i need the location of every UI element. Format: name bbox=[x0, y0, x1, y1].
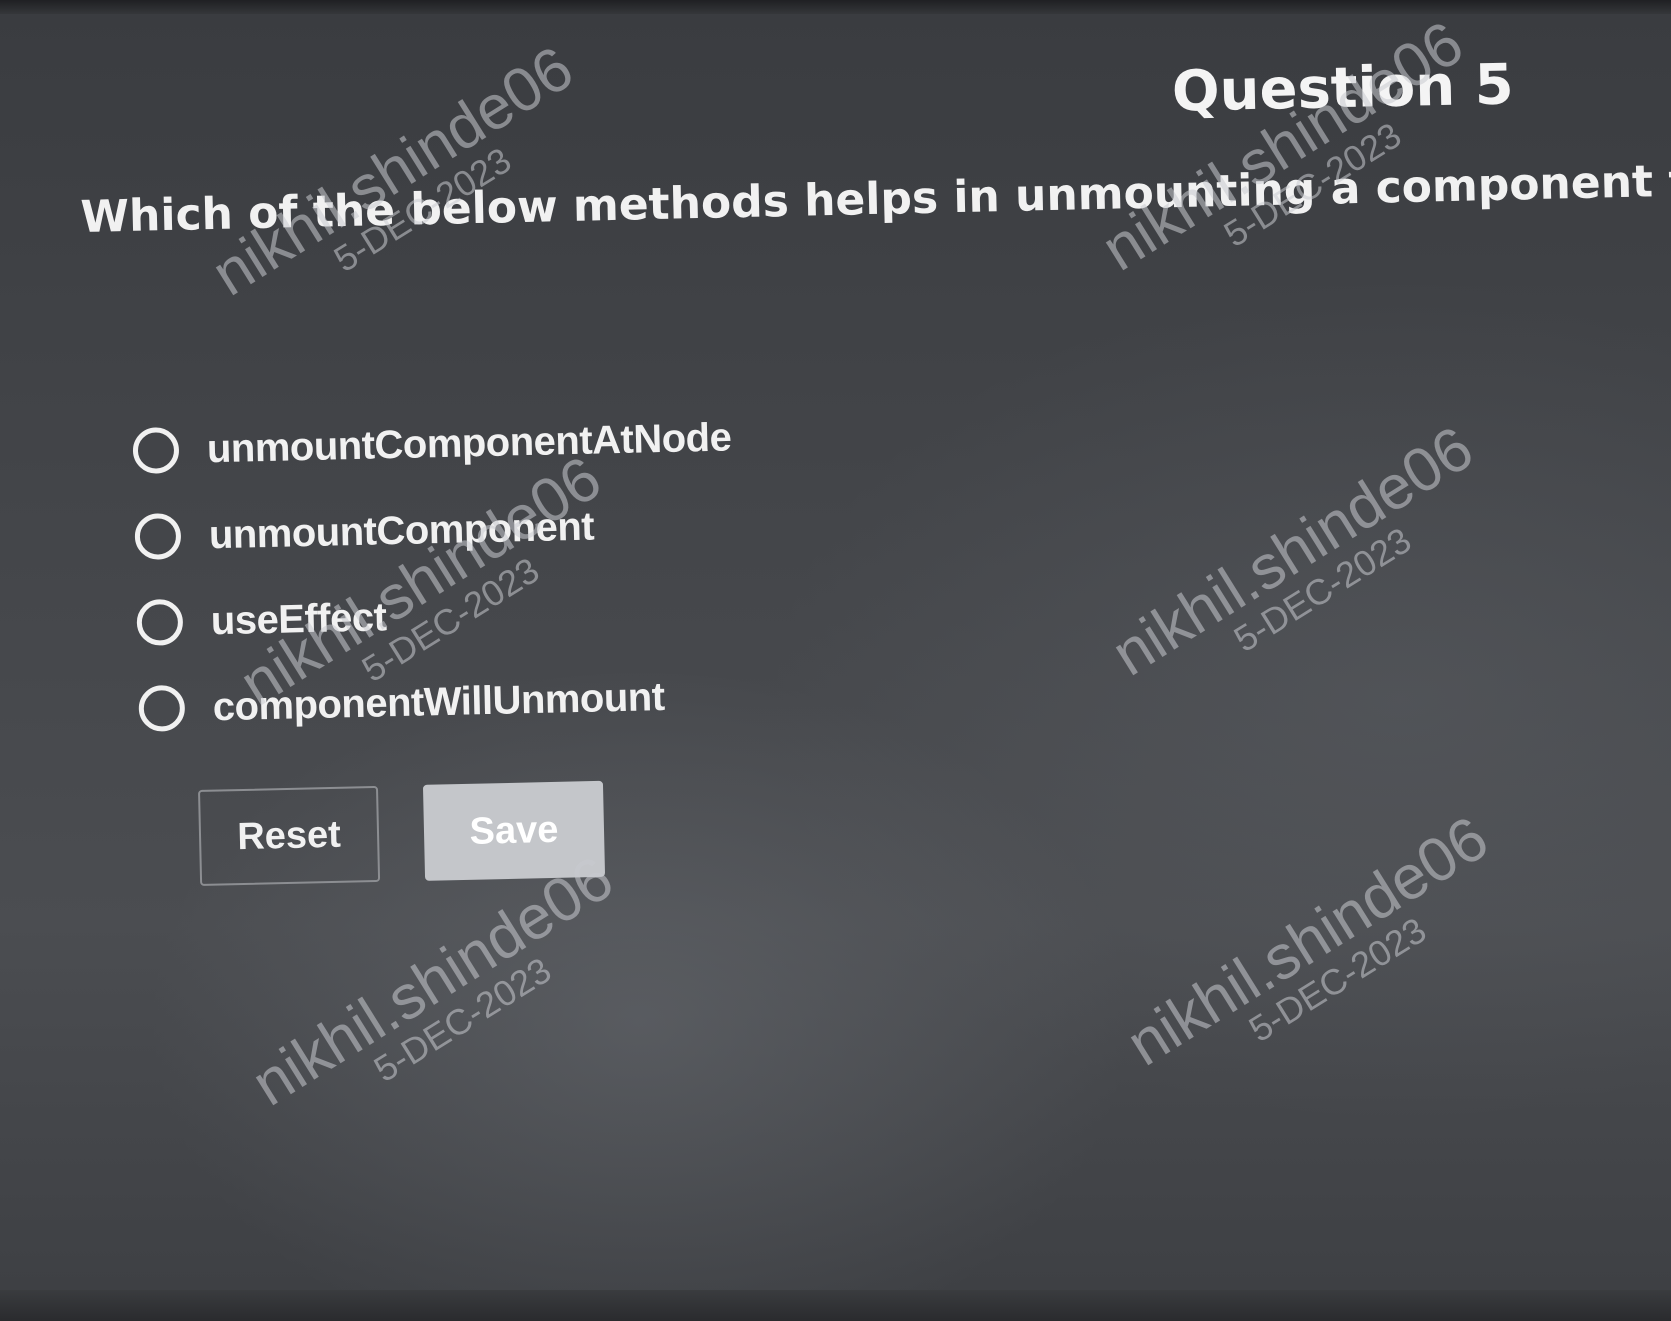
watermark-date: 5-DEC-2023 bbox=[1226, 519, 1419, 660]
option-useeffect[interactable]: useEffect bbox=[136, 566, 736, 666]
monitor-bezel-bottom bbox=[0, 1290, 1671, 1321]
watermark-name: nikhil.shinde06 bbox=[1090, 8, 1475, 285]
monitor-bezel-top bbox=[0, 0, 1671, 14]
option-unmountcomponentatnode[interactable]: unmountComponentAtNode bbox=[132, 394, 732, 494]
quiz-screen: Question 5 Which of the below methods he… bbox=[0, 0, 1671, 1321]
radio-button[interactable] bbox=[136, 598, 184, 646]
question-heading: Question 5 bbox=[1171, 52, 1515, 125]
radio-button[interactable] bbox=[132, 426, 180, 474]
radio-button[interactable] bbox=[134, 512, 182, 560]
question-text: Which of the below methods helps in unmo… bbox=[80, 148, 1671, 243]
reset-button[interactable]: Reset bbox=[198, 785, 381, 886]
option-label: unmountComponentAtNode bbox=[206, 414, 732, 471]
watermark: nikhil.shinde06 5-DEC-2023 bbox=[1100, 413, 1504, 719]
options-list: unmountComponentAtNode unmountComponent … bbox=[132, 394, 738, 751]
watermark: nikhil.shinde06 5-DEC-2023 bbox=[1115, 803, 1519, 1109]
action-buttons: Reset Save bbox=[198, 780, 606, 886]
option-label: useEffect bbox=[210, 594, 387, 643]
watermark-name: nikhil.shinde06 bbox=[1115, 803, 1500, 1080]
watermark-name: nikhil.shinde06 bbox=[1100, 413, 1485, 690]
watermark: nikhil.shinde06 5-DEC-2023 bbox=[240, 843, 644, 1149]
option-label: componentWillUnmount bbox=[212, 674, 665, 729]
radio-button[interactable] bbox=[138, 684, 186, 732]
save-button[interactable]: Save bbox=[422, 780, 606, 881]
watermark-date: 5-DEC-2023 bbox=[366, 949, 559, 1090]
option-unmountcomponent[interactable]: unmountComponent bbox=[134, 480, 734, 580]
option-label: unmountComponent bbox=[208, 504, 595, 557]
watermark-name: nikhil.shinde06 bbox=[200, 33, 585, 310]
watermark-name: nikhil.shinde06 bbox=[240, 843, 625, 1120]
option-componentwillunmount[interactable]: componentWillUnmount bbox=[138, 652, 738, 752]
watermark-date: 5-DEC-2023 bbox=[1241, 909, 1434, 1050]
